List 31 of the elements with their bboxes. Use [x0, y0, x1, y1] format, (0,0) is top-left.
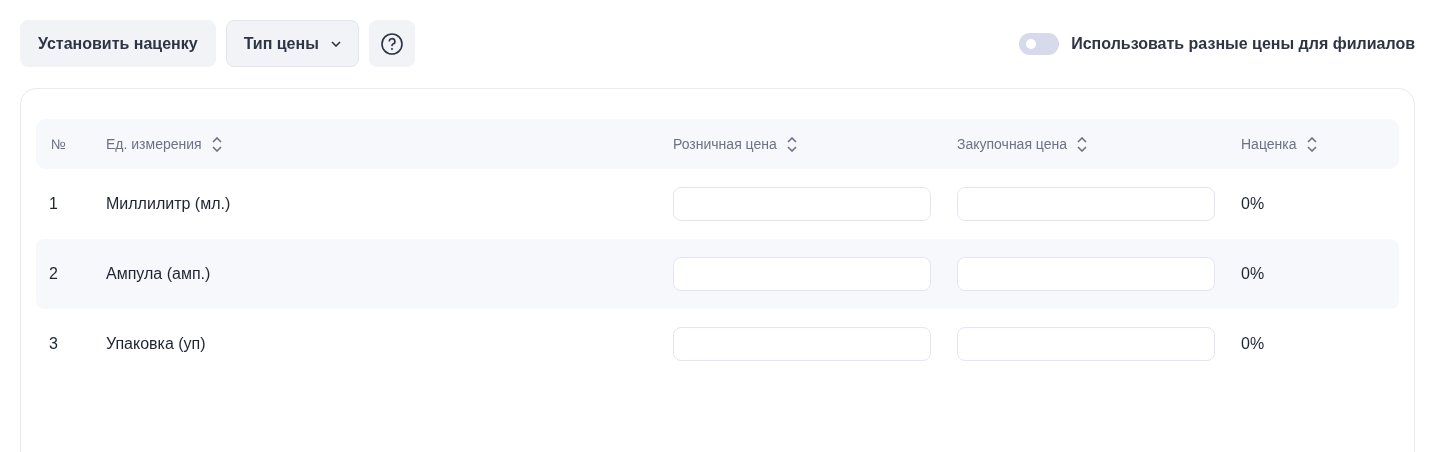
- sort-icon: [211, 136, 222, 152]
- row-number: 2: [48, 265, 59, 283]
- chevron-down-icon: [330, 40, 341, 47]
- set-markup-button[interactable]: Установить наценку: [20, 20, 216, 67]
- sort-icon: [1306, 136, 1317, 152]
- toggle-label: Использовать разные цены для филиалов: [1071, 34, 1415, 53]
- unit-cell-text: Ампула (амп.): [106, 265, 212, 283]
- column-header[interactable]: Наценка: [1241, 136, 1317, 152]
- toggle-switch[interactable]: [1019, 32, 1060, 55]
- price-type-dropdown[interactable]: Тип цены: [225, 20, 359, 67]
- markup-cell-text: 0%: [1241, 195, 1266, 213]
- row-number: 3: [48, 335, 59, 353]
- unit-cell-text: Упаковка (уп): [106, 335, 207, 353]
- purchase-price-input[interactable]: [957, 327, 1215, 361]
- column-header[interactable]: Ед. измерения: [106, 136, 222, 152]
- retail-price-input[interactable]: [673, 187, 931, 221]
- help-button[interactable]: [368, 20, 415, 67]
- column-header: №: [51, 136, 67, 152]
- purchase-price-input[interactable]: [957, 187, 1215, 221]
- markup-cell-text: 0%: [1241, 335, 1266, 353]
- sort-icon: [786, 136, 797, 152]
- purchase-price-input[interactable]: [957, 257, 1215, 291]
- column-header[interactable]: Розничная цена: [673, 136, 797, 152]
- help-icon: [379, 31, 404, 56]
- row-number: 1: [48, 195, 59, 213]
- unit-cell-text: Миллилитр (мл.): [106, 195, 232, 213]
- sort-icon: [1077, 136, 1088, 152]
- markup-cell-text: 0%: [1241, 265, 1266, 283]
- column-header[interactable]: Закупочная цена: [957, 136, 1088, 152]
- retail-price-input[interactable]: [673, 257, 931, 291]
- retail-price-input[interactable]: [673, 327, 931, 361]
